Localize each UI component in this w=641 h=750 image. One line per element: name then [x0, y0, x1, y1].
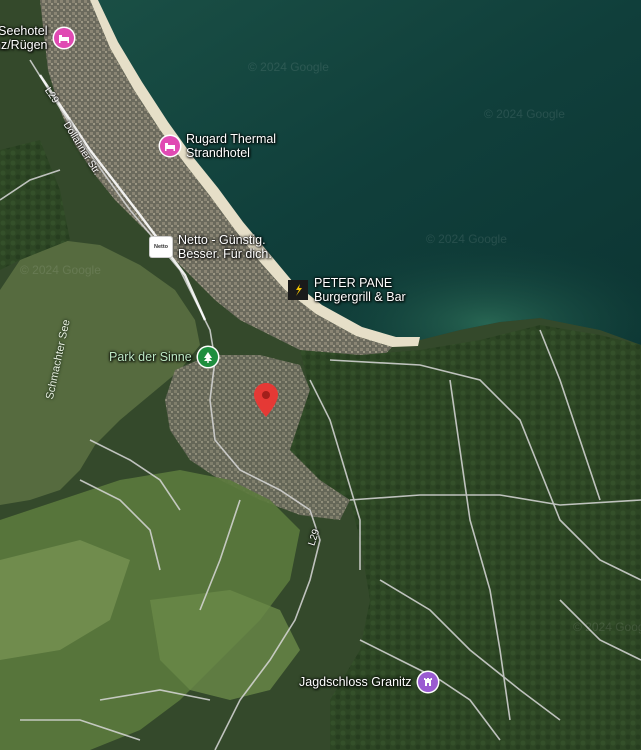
watermark-5: © 2024 Google [573, 620, 641, 634]
hotel-bed-icon [160, 136, 180, 156]
poi-park-der-sinne-label: Park der Sinne [109, 350, 192, 364]
location-marker-icon[interactable] [254, 383, 278, 417]
restaurant-icon [288, 280, 308, 300]
poi-rugard-thermal[interactable]: Rugard Thermal Strandhotel [160, 132, 276, 160]
watermark-2: © 2024 Google [484, 107, 565, 121]
hotel-bed-icon [53, 28, 74, 48]
poi-netto[interactable]: Netto Netto - Günstig. Besser. Für dich. [150, 233, 272, 261]
poi-jagdschloss-granitz[interactable]: Jagdschloss Granitz [299, 672, 438, 692]
watermark-1: © 2024 Google [248, 60, 329, 74]
poi-seehotel-label: Seehotel nz/Rügen [0, 24, 48, 52]
poi-peter-pane[interactable]: PETER PANE Burgergrill & Bar [288, 276, 406, 304]
poi-jagdschloss-granitz-label: Jagdschloss Granitz [299, 675, 412, 689]
watermark-4: © 2024 Google [20, 263, 101, 277]
poi-rugard-thermal-label: Rugard Thermal Strandhotel [186, 132, 277, 160]
poi-seehotel[interactable]: Seehotel nz/Rügen [0, 24, 74, 52]
tree-icon [197, 347, 218, 367]
netto-logo-icon: Netto [150, 237, 172, 257]
map-canvas[interactable]: © 2024 Google © 2024 Google © 2024 Googl… [0, 0, 641, 750]
watermark-3: © 2024 Google [426, 232, 507, 246]
poi-park-der-sinne[interactable]: Park der Sinne [109, 347, 218, 367]
castle-icon [417, 672, 438, 692]
poi-netto-label: Netto - Günstig. Besser. Für dich. [178, 233, 272, 261]
poi-peter-pane-label: PETER PANE Burgergrill & Bar [314, 276, 406, 304]
